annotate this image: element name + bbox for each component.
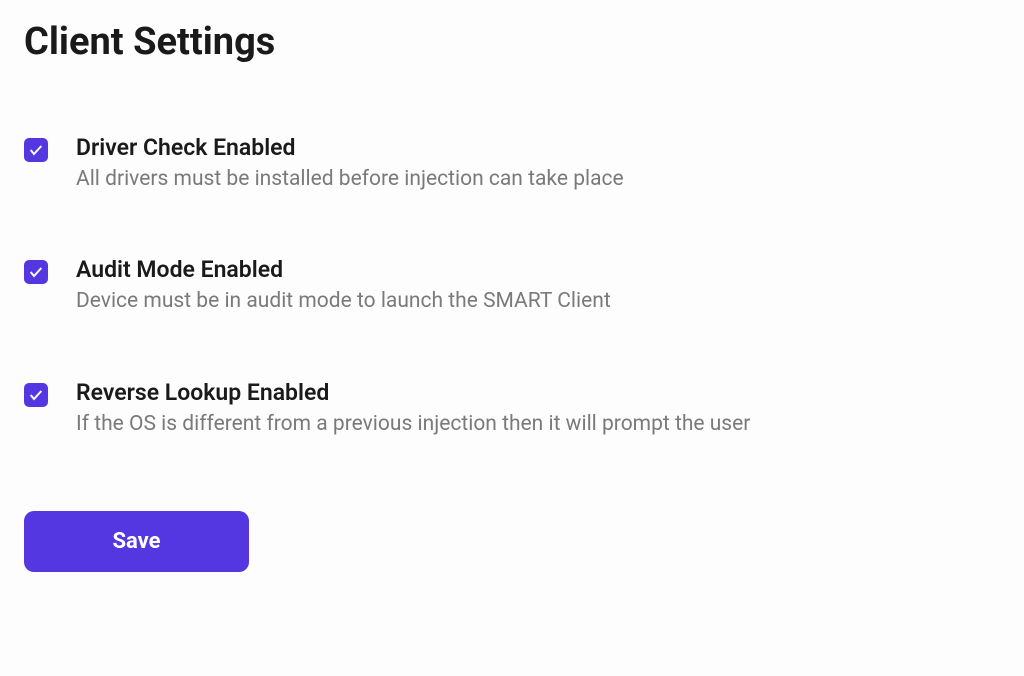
setting-row-driver-check: Driver Check Enabled All drivers must be… <box>24 134 1000 194</box>
button-row: Save <box>24 511 1000 572</box>
checkbox-audit-mode[interactable] <box>24 260 48 284</box>
setting-row-reverse-lookup: Reverse Lookup Enabled If the OS is diff… <box>24 379 1000 439</box>
save-button[interactable]: Save <box>24 511 249 572</box>
setting-row-audit-mode: Audit Mode Enabled Device must be in aud… <box>24 256 1000 316</box>
checkbox-driver-check[interactable] <box>24 138 48 162</box>
setting-description: If the OS is different from a previous i… <box>76 410 750 439</box>
checkbox-reverse-lookup[interactable] <box>24 383 48 407</box>
page-title: Client Settings <box>24 20 1000 64</box>
setting-label: Audit Mode Enabled <box>76 256 611 283</box>
check-icon <box>28 142 44 158</box>
check-icon <box>28 387 44 403</box>
check-icon <box>28 264 44 280</box>
setting-label: Driver Check Enabled <box>76 134 624 161</box>
setting-label: Reverse Lookup Enabled <box>76 379 750 406</box>
settings-list: Driver Check Enabled All drivers must be… <box>24 134 1000 439</box>
setting-description: Device must be in audit mode to launch t… <box>76 287 611 316</box>
setting-description: All drivers must be installed before inj… <box>76 165 624 194</box>
